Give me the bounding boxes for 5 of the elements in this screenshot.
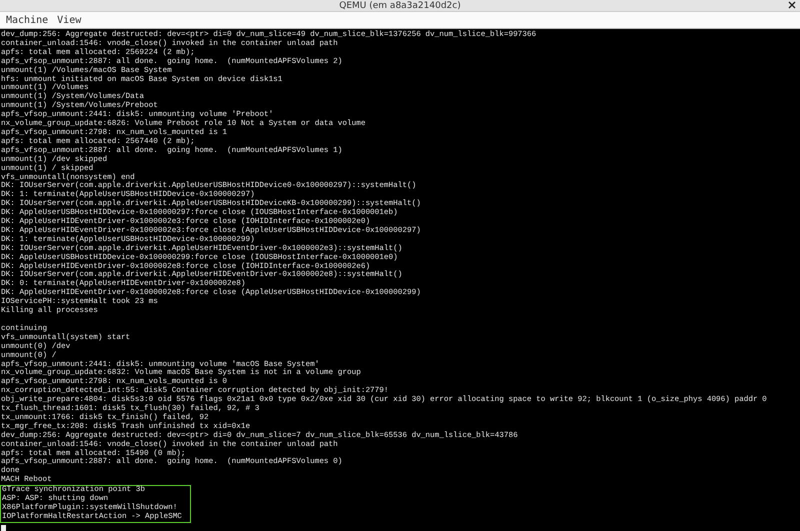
menu-item[interactable]: Machine [6,14,48,26]
close-icon[interactable] [788,1,796,9]
text-cursor-icon [1,524,6,531]
menu-item[interactable]: View [57,14,82,26]
window-title: QEMU (em a8a3a2140d2c) [339,0,461,10]
